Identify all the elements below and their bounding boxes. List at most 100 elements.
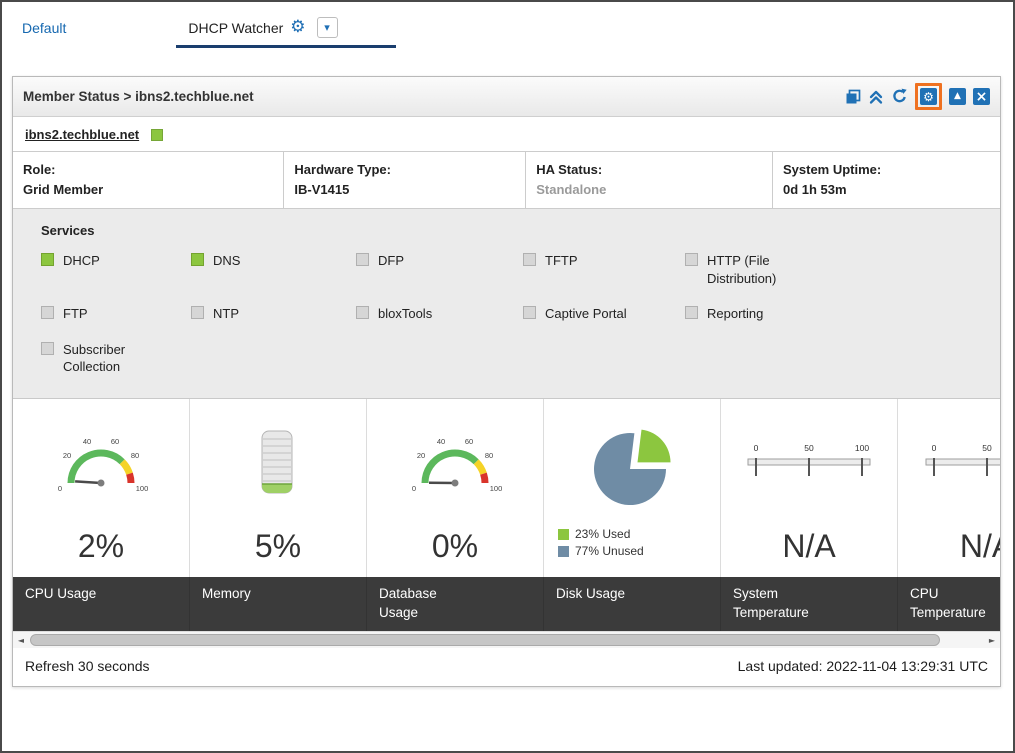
member-status-indicator — [151, 129, 163, 141]
tab-default[interactable]: Default — [12, 12, 76, 44]
tab-dhcp-watcher-label: DHCP Watcher — [188, 20, 283, 36]
service-status-box — [191, 253, 204, 266]
horizontal-scrollbar[interactable]: ◄ ► — [13, 631, 1000, 648]
legend-unused-swatch — [558, 546, 569, 557]
service-status-box — [41, 306, 54, 319]
widget-header: Member Status > ibns2.techblue.net ⚙ — [13, 77, 1000, 117]
cpu-usage-value: 2% — [13, 527, 189, 577]
metric-label-database-usage: Database Usage — [367, 577, 544, 631]
svg-text:60: 60 — [111, 437, 119, 446]
svg-text:20: 20 — [417, 451, 425, 460]
service-item-ntp: NTP — [191, 305, 356, 323]
svg-text:0: 0 — [931, 443, 936, 453]
svg-text:0: 0 — [754, 443, 759, 453]
metric-label-cpu-usage: CPU Usage — [13, 577, 190, 631]
info-cell-ha-status: HA Status: Standalone — [526, 152, 773, 208]
service-status-box — [356, 253, 369, 266]
memory-value: 5% — [190, 527, 366, 577]
collapse-all-icon[interactable] — [868, 89, 884, 105]
close-button[interactable]: × — [973, 88, 990, 105]
service-label: NTP — [213, 305, 239, 323]
svg-text:100: 100 — [136, 484, 149, 493]
svg-text:0: 0 — [412, 484, 416, 493]
tab-bar: Default DHCP Watcher ⚙ ▾ — [12, 12, 1013, 52]
svg-text:60: 60 — [465, 437, 473, 446]
info-cell-uptime: System Uptime: 0d 1h 53m — [773, 152, 1000, 208]
services-grid: DHCP DNS DFP TFTP HTTP (File Distributio… — [29, 252, 1000, 376]
service-label: Captive Portal — [545, 305, 627, 323]
svg-text:100: 100 — [855, 443, 869, 453]
metric-memory: 5% Memory — [190, 399, 367, 631]
services-title: Services — [29, 221, 1000, 252]
service-label: Reporting — [707, 305, 763, 323]
uptime-label: System Uptime: — [783, 160, 990, 180]
memory-cylinder — [190, 399, 366, 527]
service-label: TFTP — [545, 252, 578, 270]
tab-gear-icon[interactable]: ⚙ — [290, 19, 305, 36]
service-item-reporting: Reporting — [685, 305, 1000, 323]
service-label: Subscriber Collection — [63, 341, 159, 376]
service-item-subscriber-collection: Subscriber Collection — [41, 341, 191, 376]
refresh-interval-text: Refresh 30 seconds — [25, 658, 150, 674]
service-status-box — [356, 306, 369, 319]
svg-text:80: 80 — [131, 451, 139, 460]
hardware-value: IB-V1415 — [294, 180, 515, 200]
scroll-right-arrow[interactable]: ► — [984, 632, 1000, 648]
metric-disk-usage: 23% Used 77% Unused Disk Usage — [544, 399, 721, 631]
collapse-widget-button[interactable]: ▲ — [949, 88, 966, 105]
widget-footer: Refresh 30 seconds Last updated: 2022-11… — [13, 648, 1000, 686]
member-row: ibns2.techblue.net — [13, 117, 1000, 151]
metric-label-cpu-temperature: CPU Temperature — [898, 577, 1000, 631]
svg-text:50: 50 — [982, 443, 992, 453]
svg-text:40: 40 — [437, 437, 445, 446]
service-label: FTP — [63, 305, 88, 323]
last-updated-text: Last updated: 2022-11-04 13:29:31 UTC — [738, 658, 988, 674]
database-usage-value: 0% — [367, 527, 543, 577]
refresh-icon[interactable] — [891, 88, 908, 105]
legend-unused-label: 77% Unused — [575, 544, 644, 558]
cpu-temperature-value: N/A — [898, 527, 1000, 577]
system-temperature-value: N/A — [721, 527, 897, 577]
ha-status-label: HA Status: — [536, 160, 762, 180]
info-cell-hardware: Hardware Type: IB-V1415 — [284, 152, 526, 208]
service-status-box — [685, 253, 698, 266]
ha-status-value: Standalone — [536, 180, 762, 200]
service-label: DNS — [213, 252, 240, 270]
tab-dropdown-button[interactable]: ▾ — [317, 17, 338, 38]
metric-cpu-usage: 0 20 40 60 80 100 2% CPU Usage — [13, 399, 190, 631]
screenshot-frame: Default DHCP Watcher ⚙ ▾ Member Status >… — [0, 0, 1015, 753]
disk-usage-pie — [544, 399, 720, 527]
tab-dhcp-watcher[interactable]: DHCP Watcher ⚙ ▾ — [176, 12, 395, 48]
database-usage-gauge: 0 20 40 60 80 100 — [367, 399, 543, 527]
service-label: bloxTools — [378, 305, 432, 323]
svg-text:50: 50 — [804, 443, 814, 453]
cpu-temperature-gauge: 0 50 100 — [898, 399, 1000, 527]
metric-label-system-temperature: System Temperature — [721, 577, 898, 631]
service-item-captive-portal: Captive Portal — [523, 305, 685, 323]
legend-used-swatch — [558, 529, 569, 540]
scroll-left-arrow[interactable]: ◄ — [13, 632, 29, 648]
member-link[interactable]: ibns2.techblue.net — [25, 127, 139, 142]
service-label: DHCP — [63, 252, 100, 270]
widget-title: Member Status > ibns2.techblue.net — [23, 89, 254, 104]
svg-text:40: 40 — [83, 437, 91, 446]
duplicate-icon[interactable] — [845, 89, 861, 105]
metrics-row: 0 20 40 60 80 100 2% CPU Usage — [13, 399, 1000, 631]
uptime-value: 0d 1h 53m — [783, 180, 990, 200]
settings-gear-button[interactable]: ⚙ — [920, 88, 937, 105]
role-label: Role: — [23, 160, 273, 180]
service-item-http: HTTP (File Distribution) — [685, 252, 1000, 287]
svg-text:0: 0 — [58, 484, 62, 493]
legend-used-label: 23% Used — [575, 527, 630, 541]
service-item-dfp: DFP — [356, 252, 523, 287]
service-item-dns: DNS — [191, 252, 356, 287]
service-item-dhcp: DHCP — [41, 252, 191, 287]
metric-database-usage: 0 20 40 60 80 100 0% Database Usage — [367, 399, 544, 631]
svg-text:80: 80 — [485, 451, 493, 460]
service-status-box — [523, 253, 536, 266]
service-label: DFP — [378, 252, 404, 270]
cpu-usage-gauge: 0 20 40 60 80 100 — [13, 399, 189, 527]
scrollbar-thumb[interactable] — [30, 634, 940, 646]
metric-system-temperature: 0 50 100 N/A System Temperature — [721, 399, 898, 631]
widget-toolbar: ⚙ ▲ × — [845, 83, 990, 110]
